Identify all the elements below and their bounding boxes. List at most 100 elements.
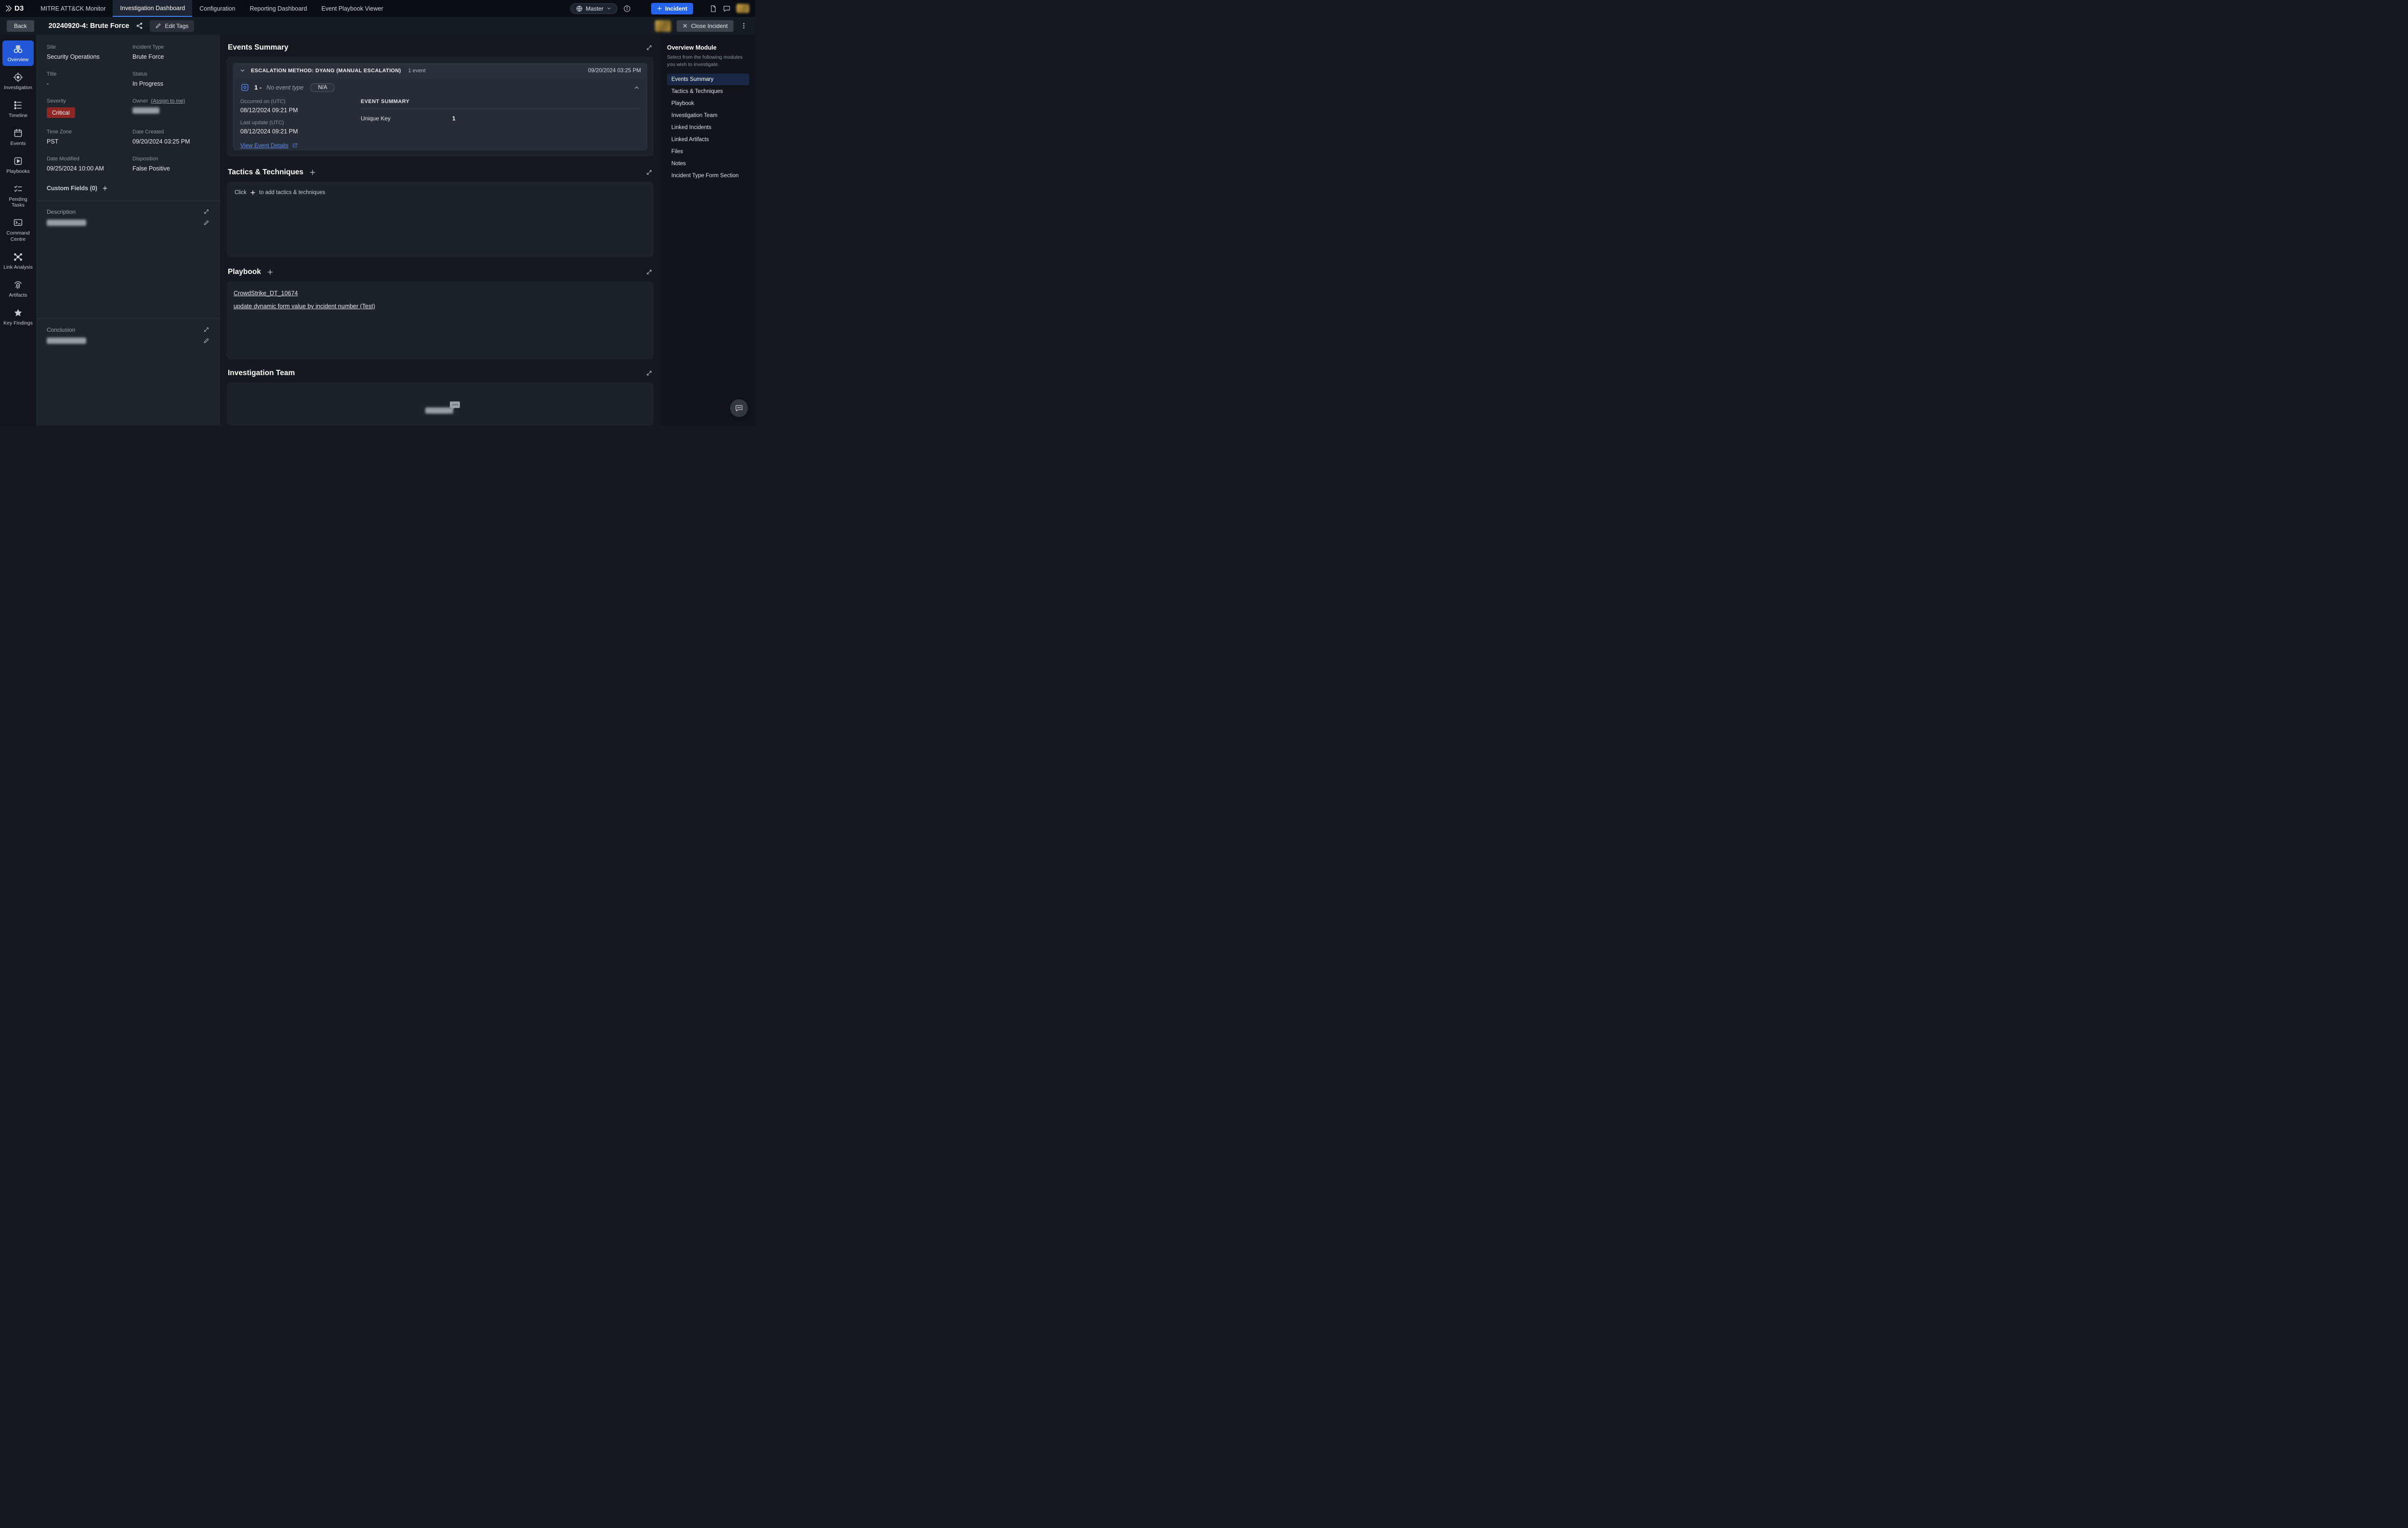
tactics-card: Click to add tactics & techniques — [227, 182, 654, 257]
rail-item-overview[interactable]: Overview — [2, 40, 34, 66]
expand-description-button[interactable] — [203, 209, 209, 215]
module-item-events-summary[interactable]: Events Summary — [667, 74, 749, 85]
environment-selector[interactable]: Master — [570, 3, 617, 14]
info-button[interactable] — [623, 5, 631, 13]
target-icon — [13, 72, 23, 82]
module-item-linked-incidents[interactable]: Linked Incidents — [667, 122, 749, 133]
share-button[interactable] — [136, 22, 143, 29]
escalation-group-header[interactable]: ESCALATION METHOD: DYANG (MANUAL ESCALAT… — [234, 64, 647, 78]
chat-button[interactable] — [723, 5, 731, 13]
event-count: 1 event — [408, 68, 426, 74]
edit-description-button[interactable] — [203, 220, 209, 226]
expand-events-summary-button[interactable] — [646, 44, 653, 51]
nav-reporting-dashboard[interactable]: Reporting Dashboard — [243, 0, 314, 17]
view-event-details-label: View Event Details — [240, 142, 288, 149]
rail-item-investigation[interactable]: Investigation — [2, 68, 34, 94]
terminal-icon — [13, 218, 23, 228]
external-link-icon — [292, 143, 298, 148]
module-item-playbook[interactable]: Playbook — [667, 98, 749, 109]
expand-conclusion-button[interactable] — [203, 326, 209, 333]
nav-investigation-dashboard[interactable]: Investigation Dashboard — [113, 0, 192, 17]
edit-conclusion-button[interactable] — [203, 338, 209, 344]
rail-label: Key Findings — [3, 320, 33, 326]
event-summary-header: EVENT SUMMARY — [361, 99, 640, 109]
module-item-investigation-team[interactable]: Investigation Team — [667, 110, 749, 121]
field-time-zone: Time Zone PST — [47, 129, 124, 145]
module-item-incident-type-form[interactable]: Incident Type Form Section — [667, 170, 749, 182]
event-type-icon — [240, 83, 249, 92]
module-rail: Overview Investigation Timeline Events P… — [0, 35, 36, 426]
field-title: Title - — [47, 71, 124, 87]
expand-investigation-team-button[interactable] — [646, 370, 653, 377]
rail-item-key-findings[interactable]: Key Findings — [2, 304, 34, 329]
new-incident-button[interactable]: Incident — [651, 3, 693, 14]
star-icon — [13, 308, 23, 318]
nav-event-playbook-viewer[interactable]: Event Playbook Viewer — [314, 0, 390, 17]
expand-playbook-button[interactable] — [646, 269, 653, 275]
field-incident-type: Incident Type Brute Force — [132, 44, 209, 60]
rail-item-events[interactable]: Events — [2, 124, 34, 150]
overview-module-panel: Overview Module Select from the followin… — [660, 35, 755, 426]
inline-plus-icon[interactable] — [250, 190, 256, 196]
rail-item-timeline[interactable]: Timeline — [2, 96, 34, 122]
edit-tags-button[interactable]: Edit Tags — [150, 20, 194, 32]
rail-label: Timeline — [9, 113, 27, 118]
escalation-method-label: ESCALATION METHOD: DYANG (MANUAL ESCALAT… — [251, 68, 401, 74]
custom-fields-label: Custom Fields (0) — [47, 185, 97, 192]
user-avatar[interactable] — [736, 4, 749, 13]
add-tactics-button[interactable] — [309, 169, 316, 176]
rail-label: Artifacts — [9, 292, 27, 298]
module-item-notes[interactable]: Notes — [667, 158, 749, 170]
module-item-tactics[interactable]: Tactics & Techniques — [667, 86, 749, 97]
playbook-title: Playbook — [228, 268, 261, 276]
d3-logo[interactable]: D3 — [5, 4, 24, 13]
conclusion-label: Conclusion — [47, 326, 209, 333]
playbook-link-crowdstrike[interactable]: CrowdStrike_DT_10674 — [234, 290, 298, 297]
summary-row: Unique Key 1 — [361, 115, 640, 122]
module-item-files[interactable]: Files — [667, 146, 749, 157]
rail-item-link-analysis[interactable]: Link Analysis — [2, 248, 34, 274]
expand-tactics-button[interactable] — [646, 169, 653, 176]
add-playbook-button[interactable] — [267, 269, 274, 275]
rail-item-pending-tasks[interactable]: Pending Tasks — [2, 180, 34, 211]
support-chat-button[interactable] — [730, 399, 748, 417]
rail-label: Playbooks — [6, 169, 29, 174]
event-status-badge: N/A — [310, 83, 335, 92]
investigation-team-card — [227, 382, 654, 426]
owner-label: Owner — [132, 98, 148, 104]
conclusion-content-redacted — [47, 338, 86, 344]
more-options-button[interactable] — [739, 22, 748, 29]
nav-mitre-attack-monitor[interactable]: MITRE ATT&CK Monitor — [33, 0, 113, 17]
events-summary-card: ESCALATION METHOD: DYANG (MANUAL ESCALAT… — [227, 57, 654, 157]
add-custom-field-button[interactable] — [102, 185, 108, 191]
rail-item-command-centre[interactable]: Command Centre — [2, 214, 34, 245]
document-button[interactable] — [709, 5, 717, 13]
environment-label: Master — [586, 5, 603, 12]
playbook-link-update-form[interactable]: update dynamic form value by incident nu… — [234, 303, 375, 310]
field-date-created: Date Created 09/20/2024 03:25 PM — [132, 129, 209, 145]
event-type-label: No event type — [266, 84, 303, 91]
rail-label: Events — [10, 141, 26, 146]
field-disposition: Disposition False Positive — [132, 156, 209, 172]
back-button[interactable]: Back — [7, 20, 34, 32]
assign-to-me-link[interactable]: (Assign to me) — [151, 98, 185, 104]
rail-label: Pending Tasks — [3, 196, 33, 208]
rail-item-artifacts[interactable]: Artifacts — [2, 276, 34, 301]
plus-icon — [657, 6, 662, 11]
rail-item-playbooks[interactable]: Playbooks — [2, 152, 34, 178]
main-content: Events Summary ESCALATION METHOD: DYANG … — [220, 35, 660, 426]
close-icon — [682, 23, 688, 28]
collapse-event-button[interactable] — [633, 84, 640, 91]
overview-module-subtitle: Select from the following modules you wi… — [667, 54, 749, 68]
owner-value-redacted — [132, 107, 159, 114]
d3-logo-icon — [5, 4, 13, 13]
incident-header: Back 20240920-4: Brute Force Edit Tags C… — [0, 17, 755, 35]
module-item-linked-artifacts[interactable]: Linked Artifacts — [667, 134, 749, 145]
network-icon — [13, 252, 23, 262]
owner-avatar — [655, 20, 671, 32]
view-event-details-link[interactable]: View Event Details — [240, 142, 298, 149]
close-incident-button[interactable]: Close Incident — [677, 20, 733, 32]
rail-label: Overview — [8, 57, 29, 63]
description-content-redacted — [47, 220, 86, 226]
nav-configuration[interactable]: Configuration — [192, 0, 242, 17]
